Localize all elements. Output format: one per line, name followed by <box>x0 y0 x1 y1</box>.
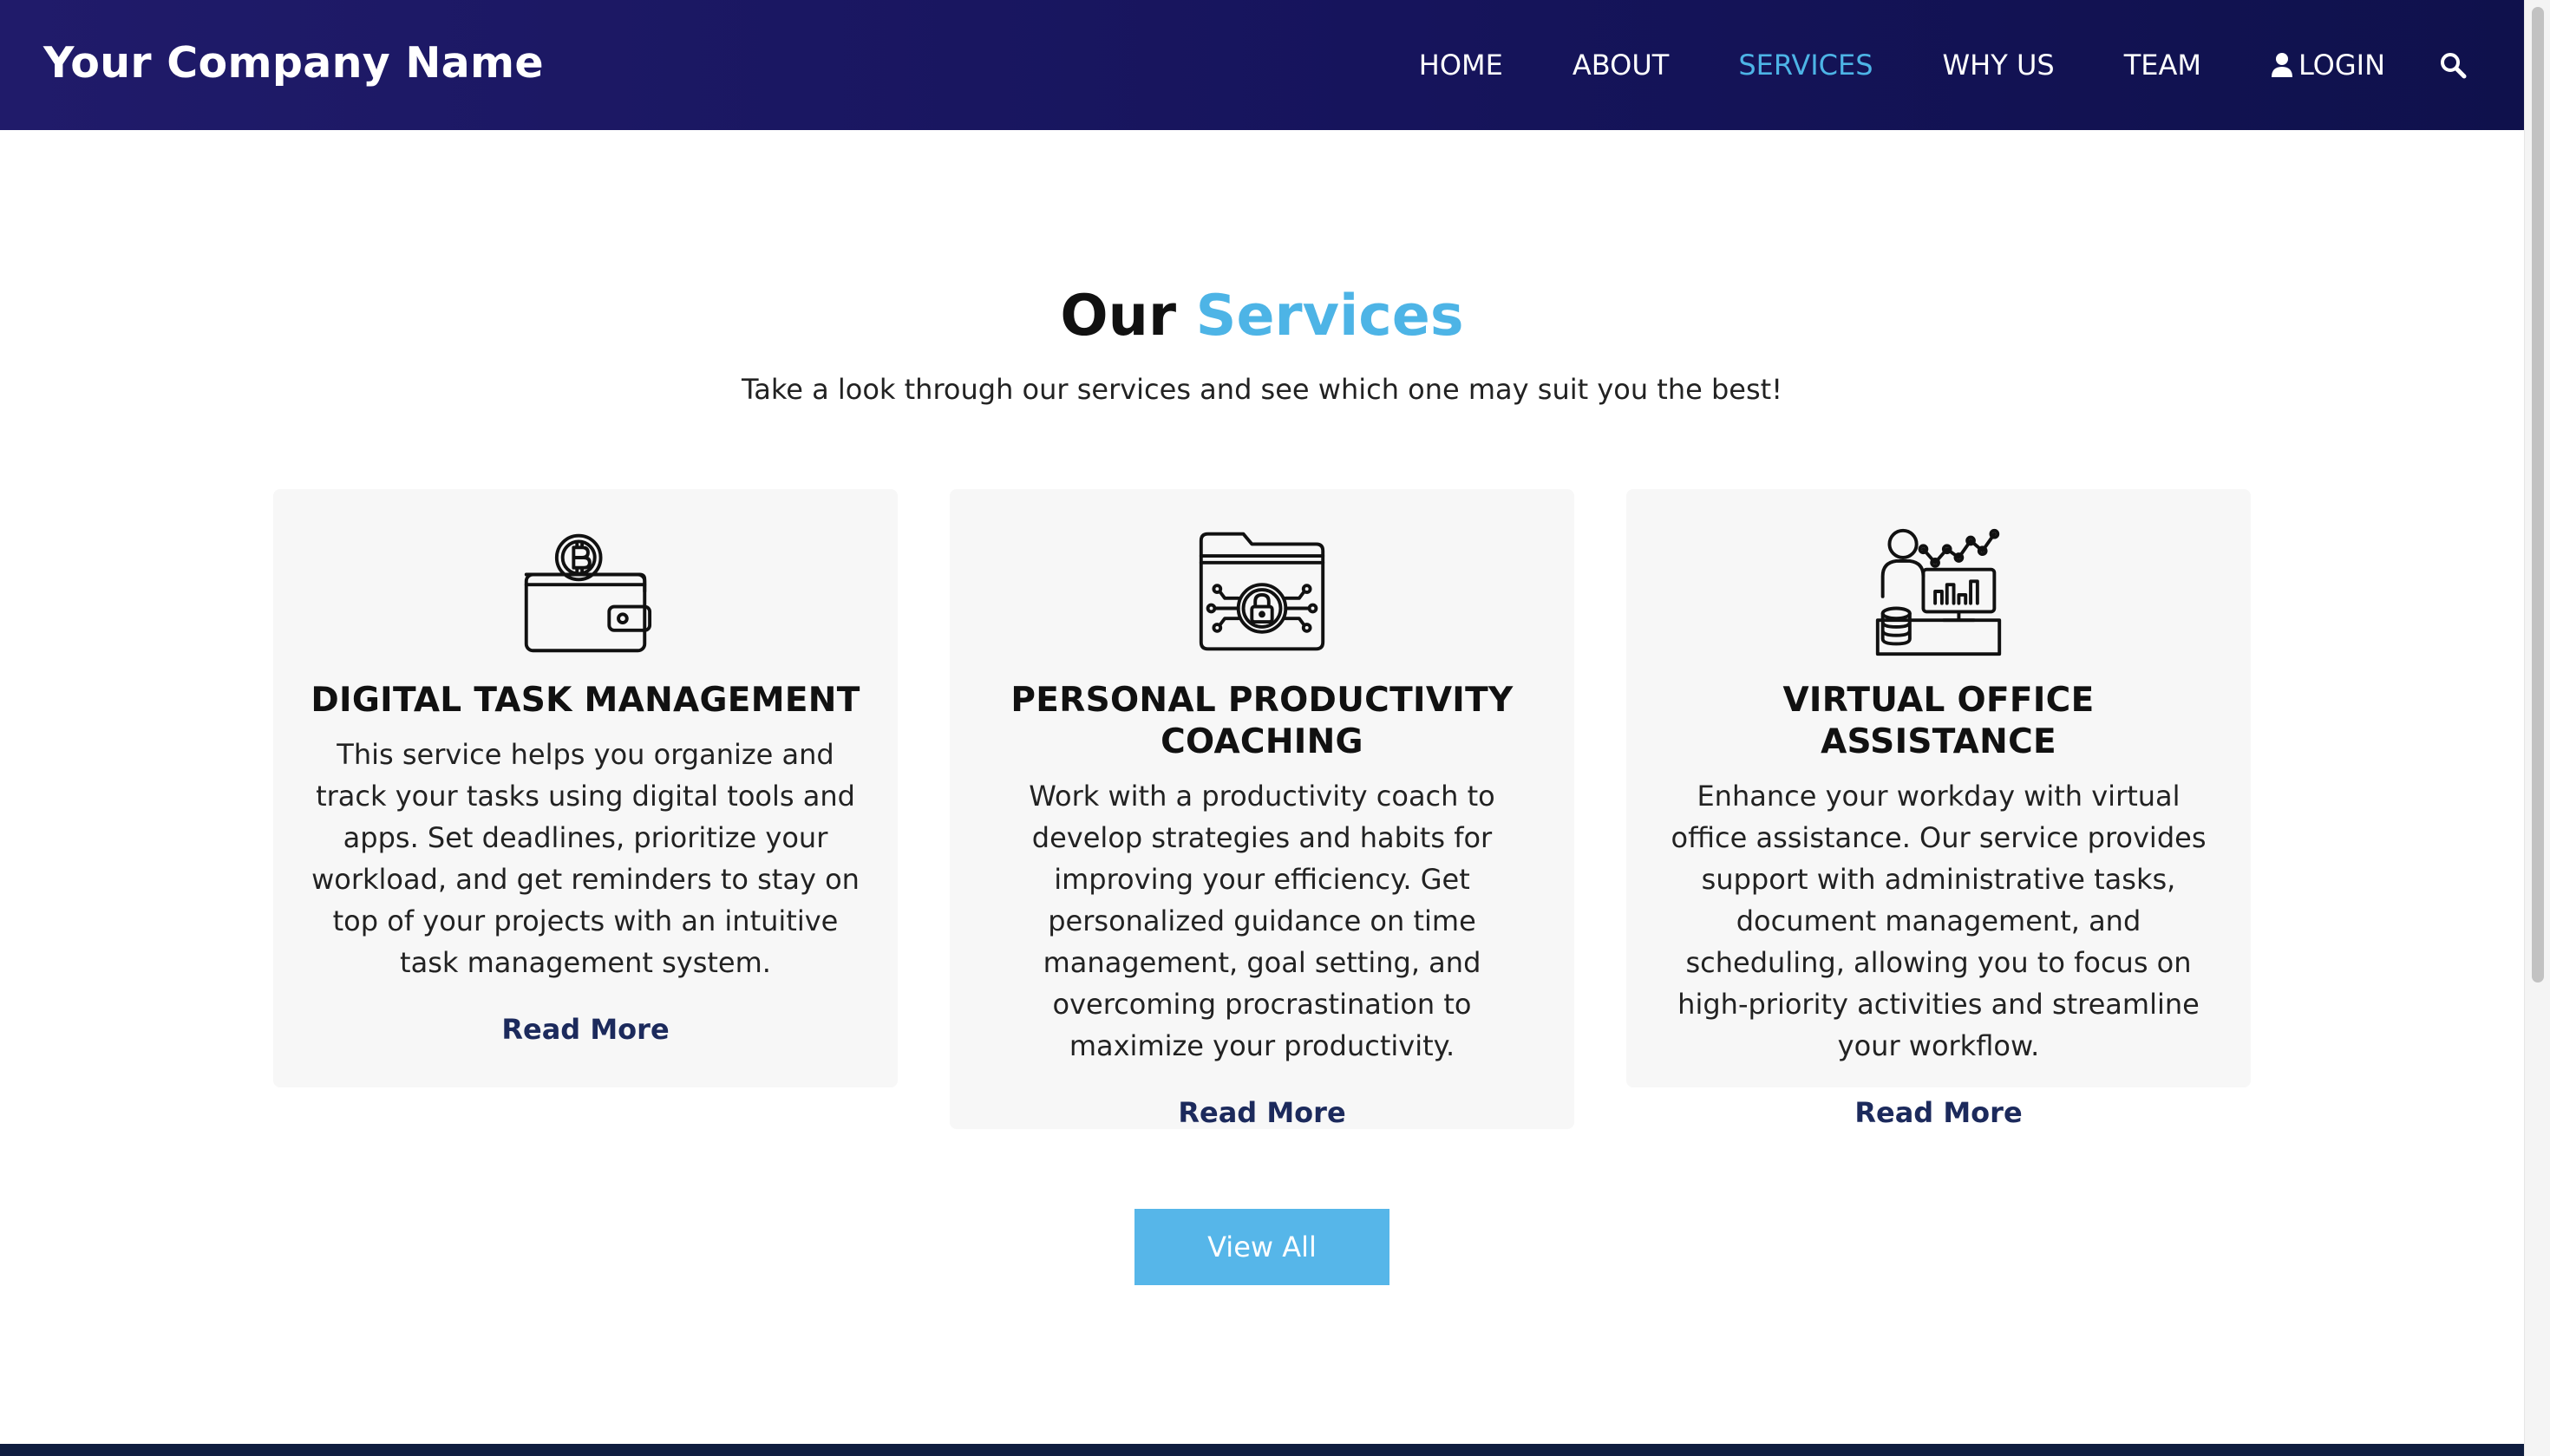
card-description: Work with a productivity coach to develo… <box>1029 780 1495 1062</box>
service-card-digital-task-management: DIGITAL TASK MANAGEMENT This service hel… <box>273 489 898 1087</box>
section-title-accent: Services <box>1195 284 1464 349</box>
site-header: Your Company Name HOME ABOUT SERVICES WH… <box>0 0 2524 130</box>
section-subtitle: Take a look through our services and see… <box>741 373 1783 406</box>
card-title: DIGITAL TASK MANAGEMENT <box>311 681 860 720</box>
card-description: This service helps you organize and trac… <box>311 738 860 979</box>
service-card-personal-productivity-coaching: PERSONAL PRODUCTIVITY COACHING Work with… <box>950 489 1574 1129</box>
nav-services[interactable]: SERVICES <box>1738 49 1873 82</box>
nav-home[interactable]: HOME <box>1419 49 1503 82</box>
card-description: Enhance your workday with virtual office… <box>1671 780 2207 1062</box>
nav-login-label: LOGIN <box>2298 49 2385 82</box>
read-more-link[interactable]: Read More <box>1178 1096 1345 1129</box>
nav-why-us[interactable]: WHY US <box>1943 49 2055 82</box>
secure-folder-icon <box>983 524 1541 659</box>
company-logo-text[interactable]: Your Company Name <box>43 38 544 88</box>
card-title: VIRTUAL OFFICE ASSISTANCE <box>1782 681 2095 761</box>
search-icon[interactable] <box>2439 51 2467 79</box>
wallet-bitcoin-icon <box>306 524 865 659</box>
section-title: Our Services <box>0 284 2524 349</box>
nav-team[interactable]: TEAM <box>2124 49 2201 82</box>
read-more-link[interactable]: Read More <box>1854 1096 2022 1129</box>
user-icon <box>2271 52 2293 78</box>
scrollbar-thumb[interactable] <box>2532 7 2544 983</box>
analytics-workstation-icon <box>1659 524 2218 659</box>
nav-about[interactable]: ABOUT <box>1572 49 1669 82</box>
nav-login[interactable]: LOGIN <box>2271 49 2385 82</box>
view-all-button[interactable]: View All <box>1134 1209 1389 1285</box>
main-nav: HOME ABOUT SERVICES WHY US TEAM LOGIN <box>1350 0 2467 130</box>
services-page: Your Company Name HOME ABOUT SERVICES WH… <box>0 0 2550 1456</box>
service-card-virtual-office-assistance: VIRTUAL OFFICE ASSISTANCE Enhance your w… <box>1626 489 2251 1129</box>
footer-strip <box>0 1444 2524 1456</box>
section-title-main: Our <box>1060 284 1177 349</box>
read-more-link[interactable]: Read More <box>501 1013 669 1046</box>
page-scrollbar[interactable] <box>2524 0 2550 1456</box>
card-title: PERSONAL PRODUCTIVITY COACHING <box>1010 681 1514 761</box>
